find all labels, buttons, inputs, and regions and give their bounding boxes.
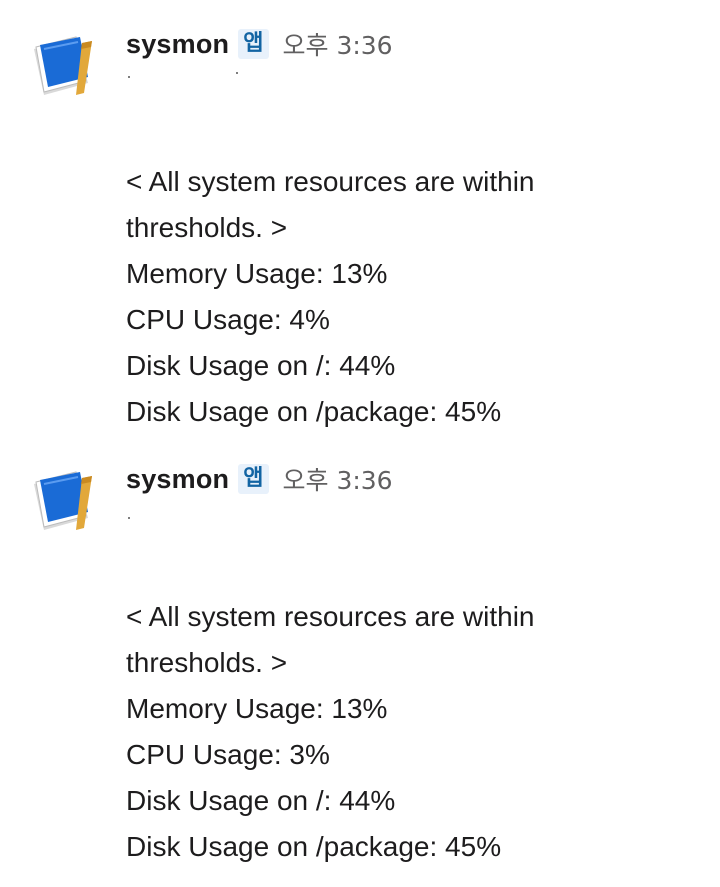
disk-usage-package: Disk Usage on /package: 45% bbox=[126, 396, 502, 427]
cpu-usage: CPU Usage: 3% bbox=[126, 739, 330, 770]
notebook-icon[interactable] bbox=[30, 470, 98, 534]
message-header: sysmon 앱 오후 3:36 bbox=[126, 26, 393, 62]
timestamp[interactable]: 오후 3:36 bbox=[283, 461, 393, 497]
message-body: < All system resources are within thresh… bbox=[126, 594, 686, 870]
cpu-usage: CPU Usage: 4% bbox=[126, 304, 330, 335]
app-badge: 앱 bbox=[238, 464, 269, 494]
disk-usage-package: Disk Usage on /package: 45% bbox=[126, 831, 502, 862]
faint-marks bbox=[126, 66, 326, 80]
disk-usage-root: Disk Usage on /: 44% bbox=[126, 785, 396, 816]
memory-usage: Memory Usage: 13% bbox=[126, 258, 388, 289]
disk-usage-root: Disk Usage on /: 44% bbox=[126, 350, 396, 381]
app-badge: 앱 bbox=[238, 29, 269, 59]
sender-name[interactable]: sysmon bbox=[126, 464, 229, 495]
message-header: sysmon 앱 오후 3:36 bbox=[126, 461, 393, 497]
message-body: < All system resources are within thresh… bbox=[126, 159, 686, 435]
memory-usage: Memory Usage: 13% bbox=[126, 693, 388, 724]
status-line: < All system resources are within bbox=[126, 601, 535, 632]
notebook-icon[interactable] bbox=[30, 35, 98, 99]
timestamp[interactable]: 오후 3:36 bbox=[283, 26, 393, 62]
status-line: < All system resources are within bbox=[126, 166, 535, 197]
sender-name[interactable]: sysmon bbox=[126, 29, 229, 60]
faint-marks bbox=[126, 501, 326, 519]
status-line-cont: thresholds. > bbox=[126, 647, 288, 678]
status-line-cont: thresholds. > bbox=[126, 212, 288, 243]
